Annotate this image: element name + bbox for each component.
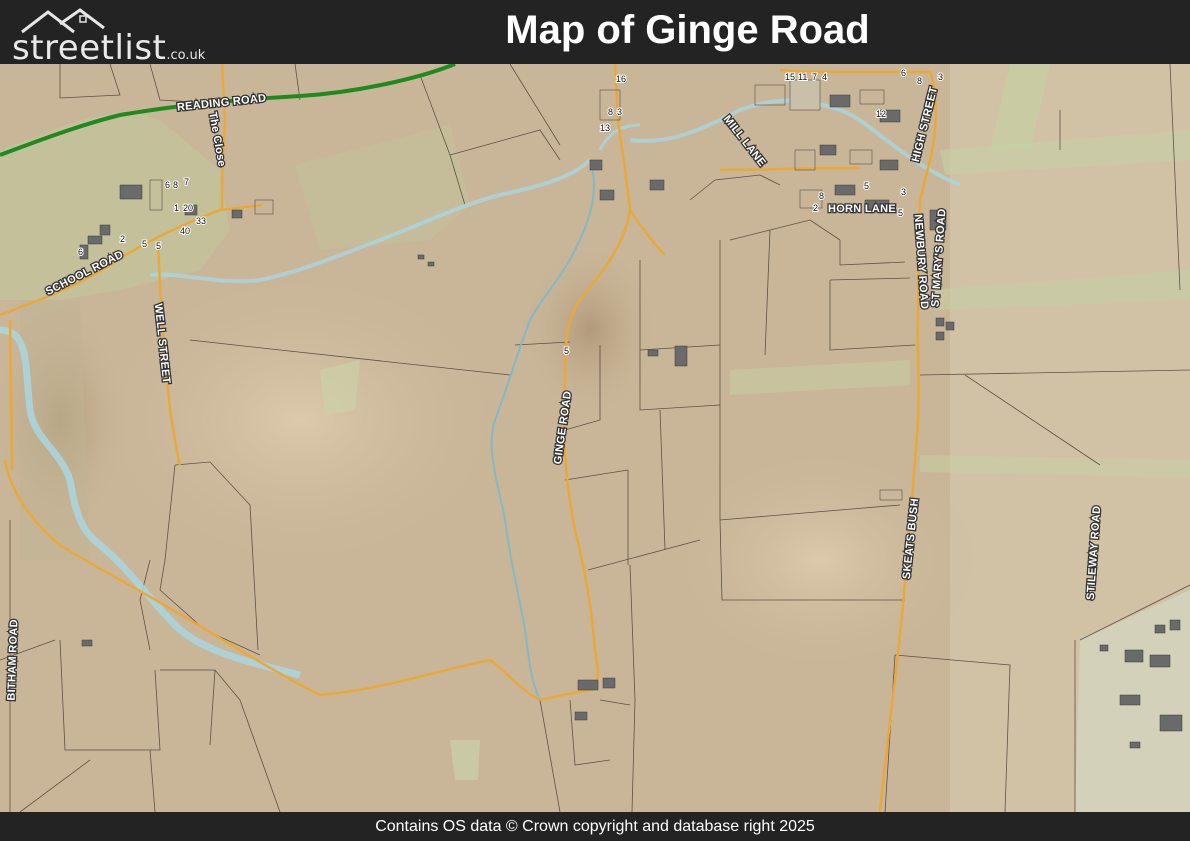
green-field bbox=[450, 740, 480, 780]
house-number: 6 bbox=[78, 247, 83, 257]
house-number: 3 bbox=[617, 107, 622, 117]
road-label-horn-lane[interactable]: HORN LANE bbox=[827, 202, 897, 217]
house-number: 6 bbox=[165, 180, 170, 190]
copyright-footer: Contains OS data © Crown copyright and d… bbox=[0, 812, 1190, 841]
house-number: 5 bbox=[864, 181, 869, 191]
house-number: 8 bbox=[819, 191, 824, 201]
house-number: 13 bbox=[600, 123, 610, 133]
house-number: 33 bbox=[196, 216, 206, 226]
house-number: 3 bbox=[938, 72, 943, 82]
house-number: 1 bbox=[174, 203, 179, 213]
house-number: 5 bbox=[564, 346, 569, 356]
house-number: 7 bbox=[812, 72, 817, 82]
map-canvas: READING ROAD The Close SCHOOL ROAD WELL … bbox=[0, 62, 1190, 813]
header-bar: streetlist.co.uk Map of Ginge Road bbox=[0, 0, 1190, 68]
house-number: 20 bbox=[183, 203, 193, 213]
house-number: 15 bbox=[785, 72, 795, 82]
house-number: 40 bbox=[180, 226, 190, 236]
house-number: 7 bbox=[184, 177, 189, 187]
streetlist-logo[interactable]: streetlist.co.uk bbox=[6, 6, 205, 68]
terrain-shading bbox=[660, 440, 980, 680]
house-number: 2 bbox=[813, 203, 818, 213]
terrain-shading bbox=[520, 240, 660, 420]
map-view[interactable]: READING ROAD The Close SCHOOL ROAD WELL … bbox=[0, 62, 1190, 813]
terrain-shading bbox=[80, 260, 520, 580]
house-number: 6 bbox=[901, 68, 906, 78]
logo-main-text: streetlist bbox=[12, 28, 167, 68]
house-number: 5 bbox=[898, 208, 903, 218]
house-number: 16 bbox=[616, 74, 626, 84]
house-number: 8 bbox=[173, 180, 178, 190]
page-title: Map of Ginge Road bbox=[505, 8, 870, 52]
house-number: 5 bbox=[142, 239, 147, 249]
house-number: 5 bbox=[156, 241, 161, 251]
house-number: 8 bbox=[917, 76, 922, 86]
house-number: 12 bbox=[876, 109, 886, 119]
house-number: 2 bbox=[120, 234, 125, 244]
house-number: 3 bbox=[901, 187, 906, 197]
house-number: 4 bbox=[822, 72, 827, 82]
logo-text: streetlist.co.uk bbox=[12, 28, 205, 68]
house-number: 11 bbox=[798, 72, 807, 82]
house-number: 8 bbox=[608, 107, 613, 117]
logo-suffix-text: .co.uk bbox=[166, 48, 206, 63]
